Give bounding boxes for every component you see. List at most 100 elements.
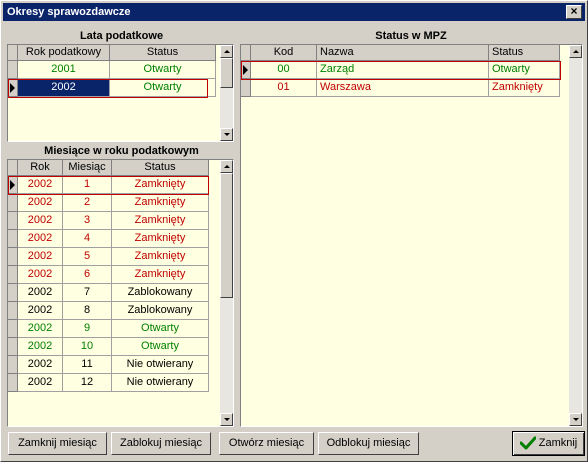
header-indicator-cell [8,45,18,61]
checkmark-icon [519,436,536,450]
row-indicator [8,356,18,374]
month-cell: 1 [63,176,112,194]
table-row[interactable]: 2002 7 Zablokowany [8,284,209,302]
header-indicator-cell [8,160,18,176]
table-row[interactable]: 2002 Otwarty [8,79,216,97]
column-header[interactable]: Status [489,45,560,61]
table-row[interactable]: 2002 8 Zablokowany [8,302,209,320]
mpz-grid: Kod Nazwa Status 00 Zarząd Otwarty 01 Warsza… [240,44,583,427]
current-row-arrow-icon [10,83,15,93]
row-indicator [8,248,18,266]
table-row[interactable]: 2002 3 Zamknięty [8,212,209,230]
mpz-header-row: Kod Nazwa Status [241,45,560,61]
month-cell: 11 [63,356,112,374]
month-cell: 12 [63,374,112,392]
mpz-scrollbar[interactable] [569,45,582,426]
row-indicator [8,320,18,338]
column-header[interactable]: Kod [251,45,317,61]
months-grid: Rok Miesiąc Status 2002 1 Zamknięty 2002 2 Za… [7,159,234,427]
years-header-row: Rok podatkowy Status [8,45,216,61]
status-cell: Otwarty [112,320,209,338]
row-indicator [8,338,18,356]
years-scrollbar[interactable] [220,45,233,141]
status-cell: Zamknięty [112,266,209,284]
status-cell: Zamknięty [112,194,209,212]
window-title: Okresy sprawozdawcze [7,6,131,18]
open-month-button[interactable]: Otwórz miesiąc [219,432,314,455]
table-row[interactable]: 2002 5 Zamknięty [8,248,209,266]
year-cell: 2002 [18,79,110,97]
table-row[interactable]: 2002 12 Nie otwierany [8,374,209,392]
status-cell: Otwarty [110,61,216,79]
row-indicator [8,79,18,97]
scroll-down-button[interactable] [220,413,233,426]
row-indicator [8,176,18,194]
scroll-thumb[interactable] [220,173,233,298]
close-icon[interactable]: × [566,5,582,19]
year-cell: 2002 [18,320,63,338]
table-row[interactable]: 2002 2 Zamknięty [8,194,209,212]
status-cell: Otwarty [489,61,560,79]
months-header-row: Rok Miesiąc Status [8,160,209,176]
scroll-down-button[interactable] [220,128,233,141]
table-row[interactable]: 2002 10 Otwarty [8,338,209,356]
column-header[interactable]: Status [110,45,216,61]
row-indicator [8,266,18,284]
years-grid: Rok podatkowy Status 2001 Otwarty 2002 Otwa… [7,44,234,142]
year-cell: 2002 [18,338,63,356]
month-cell: 7 [63,284,112,302]
month-cell: 3 [63,212,112,230]
table-row[interactable]: 01 Warszawa Zamknięty [241,79,560,97]
months-scrollbar[interactable] [220,160,233,426]
row-indicator [8,284,18,302]
column-header[interactable]: Rok podatkowy [18,45,110,61]
status-cell: Otwarty [110,79,216,97]
title-bar[interactable]: Okresy sprawozdawcze × [3,3,585,21]
unlock-month-button[interactable]: Odblokuj miesiąc [318,432,419,455]
scroll-up-button[interactable] [220,160,233,173]
scroll-up-button[interactable] [220,45,233,58]
table-row[interactable]: 00 Zarząd Otwarty [241,61,560,79]
year-cell: 2002 [18,212,63,230]
table-row[interactable]: 2001 Otwarty [8,61,216,79]
year-cell: 2002 [18,194,63,212]
column-header[interactable]: Nazwa [317,45,489,61]
year-cell: 2001 [18,61,110,79]
header-indicator-cell [241,45,251,61]
column-header[interactable]: Miesiąc [63,160,112,176]
table-row[interactable]: 2002 9 Otwarty [8,320,209,338]
row-indicator [8,61,18,79]
lock-month-button[interactable]: Zablokuj miesiąc [111,432,211,455]
months-section-title: Miesiące w roku podatkowym [44,145,199,157]
table-row[interactable]: 2002 11 Nie otwierany [8,356,209,374]
row-indicator [8,230,18,248]
column-header[interactable]: Rok [18,160,63,176]
close-month-button[interactable]: Zamknij miesiąc [8,432,107,455]
name-cell: Warszawa [317,79,489,97]
table-row[interactable]: 2002 1 Zamknięty [8,176,209,194]
close-dialog-button[interactable]: Zamknij [512,431,585,456]
row-indicator [8,194,18,212]
column-header[interactable]: Status [112,160,209,176]
table-row[interactable]: 2002 6 Zamknięty [8,266,209,284]
scroll-down-button[interactable] [569,413,582,426]
mpz-section-title: Status w MPZ [375,30,447,42]
scroll-thumb[interactable] [220,58,233,88]
year-cell: 2002 [18,266,63,284]
year-cell: 2002 [18,230,63,248]
table-row[interactable]: 2002 4 Zamknięty [8,230,209,248]
status-cell: Zamknięty [112,230,209,248]
row-indicator [8,212,18,230]
month-cell: 2 [63,194,112,212]
scroll-up-button[interactable] [569,45,582,58]
month-cell: 8 [63,302,112,320]
dialog-window: Okresy sprawozdawcze × Lata podatkowe Ro… [0,0,588,462]
close-dialog-label: Zamknij [538,437,578,449]
month-cell: 5 [63,248,112,266]
row-indicator [8,374,18,392]
code-cell: 01 [251,79,317,97]
month-cell: 10 [63,338,112,356]
month-cell: 4 [63,230,112,248]
current-row-arrow-icon [243,65,248,75]
status-cell: Zamknięty [112,176,209,194]
